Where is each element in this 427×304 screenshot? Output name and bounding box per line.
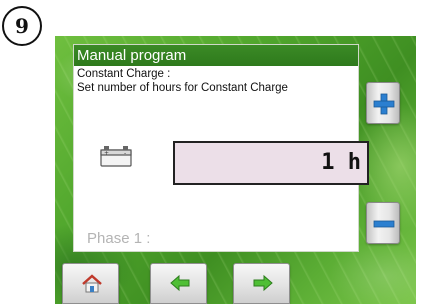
settings-panel: Manual program Constant Charge : Set num… [73,44,369,252]
next-button[interactable] [233,263,290,304]
battery-icon: + - [100,146,132,167]
device-screen: Manual program Constant Charge : Set num… [55,36,416,304]
arrow-left-icon [170,274,190,292]
svg-text:-: - [124,150,126,157]
svg-text:+: + [104,150,109,157]
minus-icon [373,220,395,228]
setting-description: Set number of hours for Constant Charge [77,82,288,94]
home-button[interactable] [62,263,119,304]
panel-title: Manual program [74,45,358,66]
phase-label: Phase 1 : [87,230,151,247]
back-button[interactable] [150,263,207,304]
step-number-badge: 9 [2,6,42,46]
decrease-button[interactable] [366,202,400,244]
hours-value-field[interactable]: 1 h [173,141,369,185]
plus-icon [373,93,395,115]
setting-name: Constant Charge : [77,68,171,80]
increase-button[interactable] [366,82,400,124]
arrow-right-icon [253,274,273,292]
home-icon [82,274,102,293]
